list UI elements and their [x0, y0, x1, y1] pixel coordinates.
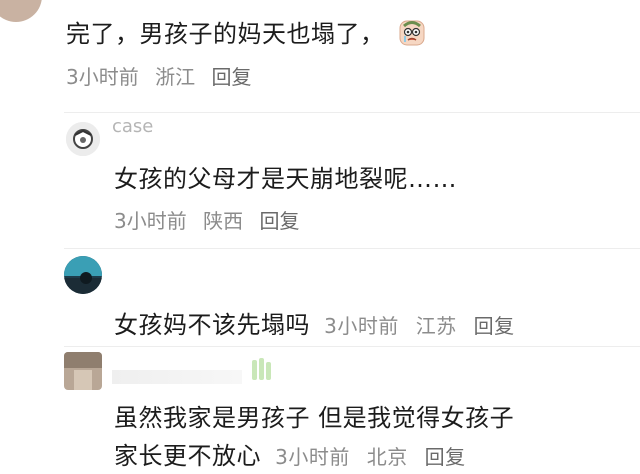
avatar[interactable] [64, 352, 102, 390]
reply-button[interactable]: 回复 [259, 209, 299, 233]
username[interactable]: case [112, 122, 153, 136]
comment-meta: 3小时前 北京 回复 [275, 445, 475, 469]
divider [64, 346, 640, 347]
avatar[interactable] [66, 122, 100, 156]
comment-time: 3小时前 [275, 445, 350, 469]
divider [64, 248, 640, 249]
comment-time: 3小时前 [114, 209, 187, 233]
reply-button[interactable]: 回复 [211, 65, 251, 89]
avatar-image [64, 352, 102, 390]
username-redacted [112, 370, 242, 384]
comment-meta: 3小时前 陕西 回复 [114, 205, 309, 234]
comment-text: 女孩妈不该先塌吗 3小时前 江苏 回复 [114, 305, 525, 340]
reply-button[interactable]: 回复 [425, 445, 466, 469]
badge-icon [250, 356, 272, 384]
comment-location: 陕西 [203, 209, 244, 233]
avatar-image [64, 256, 102, 294]
avatar[interactable] [0, 0, 42, 22]
comment-location: 浙江 [155, 65, 196, 89]
comment-time: 3小时前 [324, 314, 399, 338]
comment-text-content: 家长更不放心 [114, 442, 261, 470]
comment-time: 3小时前 [66, 65, 139, 89]
comment-meta: 3小时前 浙江 回复 [66, 61, 261, 90]
comment-meta: 3小时前 江苏 回复 [324, 314, 524, 338]
avatar-image [66, 122, 100, 156]
crying-face-sticker-icon [397, 18, 427, 48]
comment-location: 北京 [366, 445, 408, 469]
comment-text-content: 完了，男孩子的妈天也塌了， [66, 20, 385, 48]
avatar[interactable] [64, 256, 102, 294]
comment-location: 江苏 [415, 314, 457, 338]
comment-text: 完了，男孩子的妈天也塌了， [66, 14, 427, 49]
comment-text: 家长更不放心 3小时前 北京 回复 [114, 436, 476, 471]
comment-text-content: 女孩妈不该先塌吗 [114, 311, 310, 339]
reply-button[interactable]: 回复 [474, 314, 515, 338]
divider [64, 112, 640, 113]
comment-text: 虽然我家是男孩子 但是我觉得女孩子 [114, 404, 515, 432]
comment-text: 女孩的父母才是天崩地裂呢…… [114, 165, 457, 193]
